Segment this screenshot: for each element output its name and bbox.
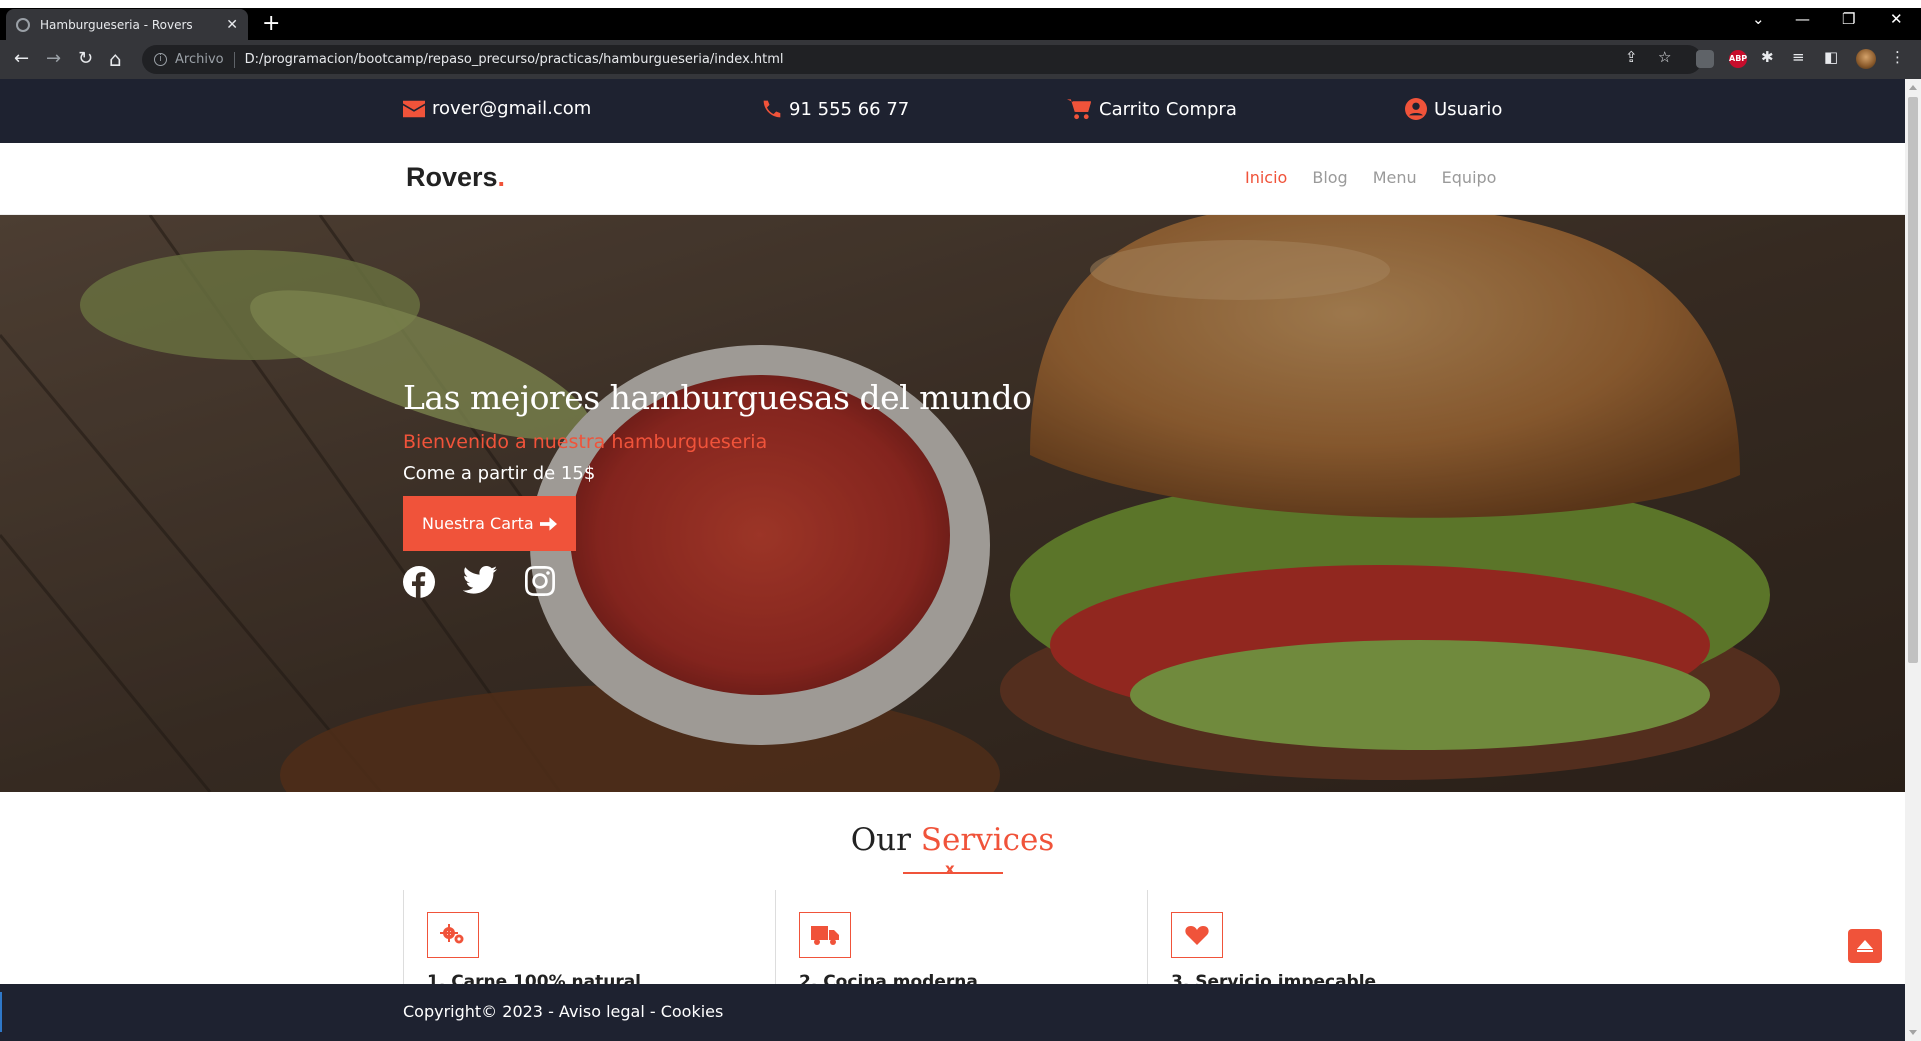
services-heading-accent: Services (920, 822, 1055, 858)
social-links (403, 566, 1031, 602)
bookmark-star-icon[interactable]: ☆ (1658, 48, 1671, 66)
minimize-button[interactable]: — (1795, 10, 1810, 28)
close-window-button[interactable]: ✕ (1890, 10, 1903, 28)
site-footer: Copyright© 2023 - Aviso legal - Cookies (0, 984, 1905, 1041)
back-button[interactable]: ← (14, 48, 29, 70)
email-text: rover@gmail.com (432, 98, 592, 119)
hero-subtitle: Bienvenido a nuestra hamburgueseria (403, 431, 768, 453)
address-bar[interactable]: i Archivo D:/programacion/bootcamp/repas… (142, 45, 1702, 74)
user-link[interactable]: Usuario (1405, 98, 1502, 120)
cart-link[interactable]: Carrito Compra (1067, 98, 1237, 120)
truck-icon[interactable] (799, 912, 851, 958)
puzzle-icon[interactable]: ✱ (1761, 48, 1774, 66)
nuestra-carta-label: Nuestra Carta (422, 514, 534, 533)
scrollbar-thumb[interactable] (1908, 97, 1918, 663)
gears-icon[interactable] (427, 912, 479, 958)
email-link[interactable]: rover@gmail.com (403, 98, 591, 119)
page-viewport: rover@gmail.com 91 555 66 77 Carrito Com… (0, 79, 1905, 1041)
facebook-icon[interactable] (403, 566, 435, 602)
reload-button[interactable]: ↻ (78, 48, 93, 70)
share-icon[interactable]: ⇪ (1625, 48, 1638, 66)
new-tab-button[interactable]: + (262, 11, 280, 37)
envelope-icon (403, 100, 425, 117)
phone-text: 91 555 66 77 (789, 98, 910, 120)
globe-icon (16, 17, 30, 32)
brand-logo[interactable]: Rovers. (406, 162, 505, 193)
forward-button[interactable]: → (46, 48, 61, 70)
phone-link[interactable]: 91 555 66 77 (762, 98, 909, 120)
scheme-label: Archivo (175, 52, 224, 67)
user-circle-icon (1405, 98, 1427, 120)
phone-icon (763, 100, 781, 118)
user-text: Usuario (1434, 98, 1503, 120)
media-control-icon[interactable]: ≡ (1792, 48, 1805, 66)
info-icon[interactable]: i (154, 53, 167, 66)
heart-icon[interactable] (1171, 912, 1223, 958)
main-navbar: Rovers. Inicio Blog Menu Equipo (0, 143, 1905, 215)
scroll-up-arrow[interactable] (1909, 85, 1917, 90)
nav-links: Inicio Blog Menu Equipo (1245, 168, 1496, 187)
nav-link-menu[interactable]: Menu (1373, 168, 1417, 187)
shopping-cart-icon (1067, 99, 1092, 120)
profile-avatar[interactable] (1856, 49, 1876, 69)
cart-text: Carrito Compra (1099, 98, 1237, 120)
nav-link-blog[interactable]: Blog (1312, 168, 1347, 187)
restore-button[interactable]: ❐ (1842, 10, 1855, 28)
omnibox-separator (233, 51, 235, 68)
top-info-bar: rover@gmail.com 91 555 66 77 Carrito Com… (0, 79, 1905, 143)
scroll-to-top-button[interactable] (1848, 929, 1882, 963)
address-bar-row: ← → ↻ ⌂ i Archivo D:/programacion/bootca… (0, 40, 1921, 79)
extension-icon[interactable] (1696, 50, 1714, 68)
tab-search-icon[interactable]: ⌄ (1752, 10, 1765, 28)
menu-icon[interactable]: ⋮ (1890, 48, 1905, 66)
scroll-down-arrow[interactable] (1909, 1030, 1917, 1035)
side-panel-icon[interactable]: ◧ (1824, 48, 1838, 66)
nuestra-carta-button[interactable]: Nuestra Carta (403, 496, 576, 551)
tab-close-icon[interactable]: ✕ (226, 17, 238, 33)
arrow-right-icon (539, 516, 557, 531)
home-button[interactable]: ⌂ (109, 48, 122, 70)
heading-divider-mark: x (945, 860, 955, 878)
caret-up-icon (1857, 940, 1873, 952)
services-heading: Our Services (0, 822, 1905, 858)
page-scrollbar[interactable] (1905, 79, 1921, 1041)
window-top-edge (0, 0, 1921, 8)
twitter-icon[interactable] (462, 566, 497, 602)
adblock-icon[interactable]: ABP (1729, 50, 1747, 68)
services-heading-plain: Our (850, 822, 911, 858)
url-text[interactable]: D:/programacion/bootcamp/repaso_precurso… (245, 52, 784, 67)
copyright-text[interactable]: Copyright© 2023 - Aviso legal - Cookies (403, 1002, 723, 1021)
brand-dot: . (497, 162, 506, 192)
nav-link-inicio[interactable]: Inicio (1245, 168, 1287, 187)
instagram-icon[interactable] (525, 566, 555, 602)
focus-marker (0, 992, 2, 1032)
hero-title: Las mejores hamburguesas del mundo (403, 378, 1032, 417)
brand-name: Rovers (406, 162, 498, 192)
tab-title: Hamburgueseria - Rovers (40, 17, 193, 32)
browser-tab[interactable]: Hamburgueseria - Rovers ✕ (6, 9, 248, 40)
browser-tab-strip: Hamburgueseria - Rovers ✕ + ⌄ — ❐ ✕ (0, 0, 1921, 40)
hero-content: Las mejores hamburguesas del mundo Bienv… (403, 378, 1032, 602)
hero-price-text: Come a partir de 15$ (403, 463, 596, 484)
nav-link-equipo[interactable]: Equipo (1442, 168, 1497, 187)
hero-section: Las mejores hamburguesas del mundo Bienv… (0, 215, 1905, 792)
